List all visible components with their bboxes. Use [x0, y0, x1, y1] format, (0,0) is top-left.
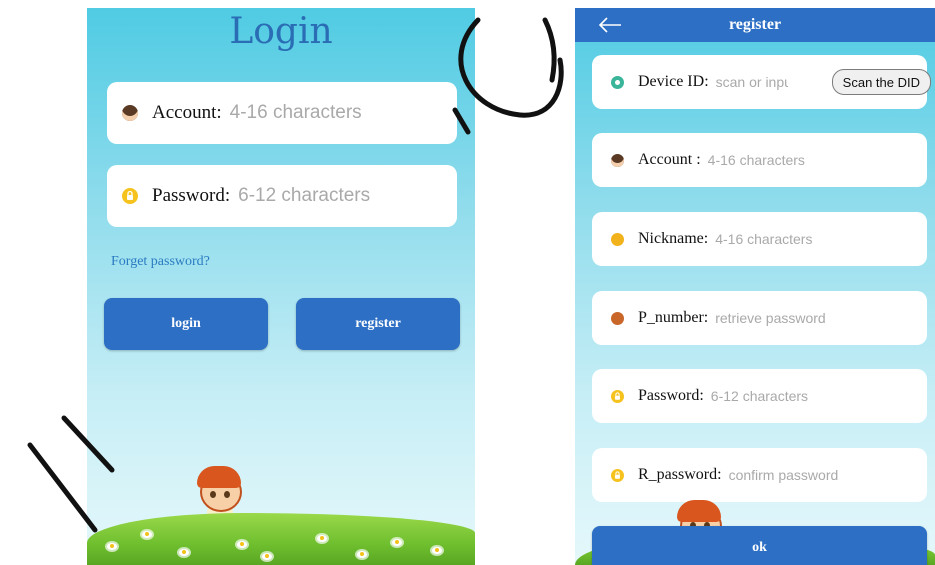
phone-number-input[interactable]: retrieve password	[715, 310, 826, 326]
nickname-icon	[611, 232, 624, 246]
password-field[interactable]: Password: 6-12 characters	[592, 369, 927, 423]
device-id-label: Device ID:	[638, 73, 709, 90]
login-button[interactable]: login	[104, 298, 268, 350]
device-id-field[interactable]: Device ID: scan or input Scan the DID	[592, 55, 931, 109]
scan-did-button[interactable]: Scan the DID	[831, 69, 931, 95]
location-pin-icon	[611, 75, 624, 89]
phone-number-field[interactable]: P_number: retrieve password	[592, 291, 927, 345]
password-input[interactable]: 6-12 characters	[711, 388, 808, 404]
nickname-field[interactable]: Nickname: 4-16 characters	[592, 212, 927, 266]
ok-button[interactable]: ok	[592, 526, 927, 565]
nickname-input[interactable]: 4-16 characters	[715, 231, 812, 247]
password-label: Password:	[152, 185, 231, 206]
page-title: register	[728, 16, 782, 33]
repeat-password-input[interactable]: confirm password	[729, 467, 839, 483]
account-input[interactable]: 4-16 characters	[708, 152, 805, 168]
account-field[interactable]: Account : 4-16 characters	[592, 133, 927, 187]
avatar-icon	[122, 105, 138, 121]
grass-meadow	[87, 513, 475, 565]
account-label: Account:	[152, 102, 222, 123]
login-screen: Login Account: 4-16 characters Password:…	[87, 8, 475, 565]
password-label: Password:	[638, 387, 704, 404]
account-field[interactable]: Account: 4-16 characters	[107, 82, 457, 144]
password-input[interactable]: 6-12 characters	[238, 185, 370, 207]
device-id-input[interactable]: scan or input	[716, 74, 788, 90]
repeat-password-label: R_password:	[638, 466, 722, 483]
register-button[interactable]: register	[296, 298, 460, 350]
register-screen: register Device ID: scan or input Scan t…	[575, 8, 935, 565]
account-label: Account :	[638, 151, 701, 168]
forget-password-link[interactable]: Forget password?	[111, 254, 210, 270]
page-title: Login	[229, 11, 333, 52]
avatar-icon	[611, 153, 624, 167]
phone-number-label: P_number:	[638, 309, 709, 326]
account-input[interactable]: 4-16 characters	[230, 102, 362, 124]
nickname-label: Nickname:	[638, 230, 709, 247]
lock-icon	[611, 468, 624, 482]
repeat-password-field[interactable]: R_password: confirm password	[592, 448, 927, 502]
phone-icon	[611, 311, 624, 325]
lock-icon	[611, 389, 624, 403]
lock-icon	[122, 188, 138, 204]
password-field[interactable]: Password: 6-12 characters	[107, 165, 457, 227]
